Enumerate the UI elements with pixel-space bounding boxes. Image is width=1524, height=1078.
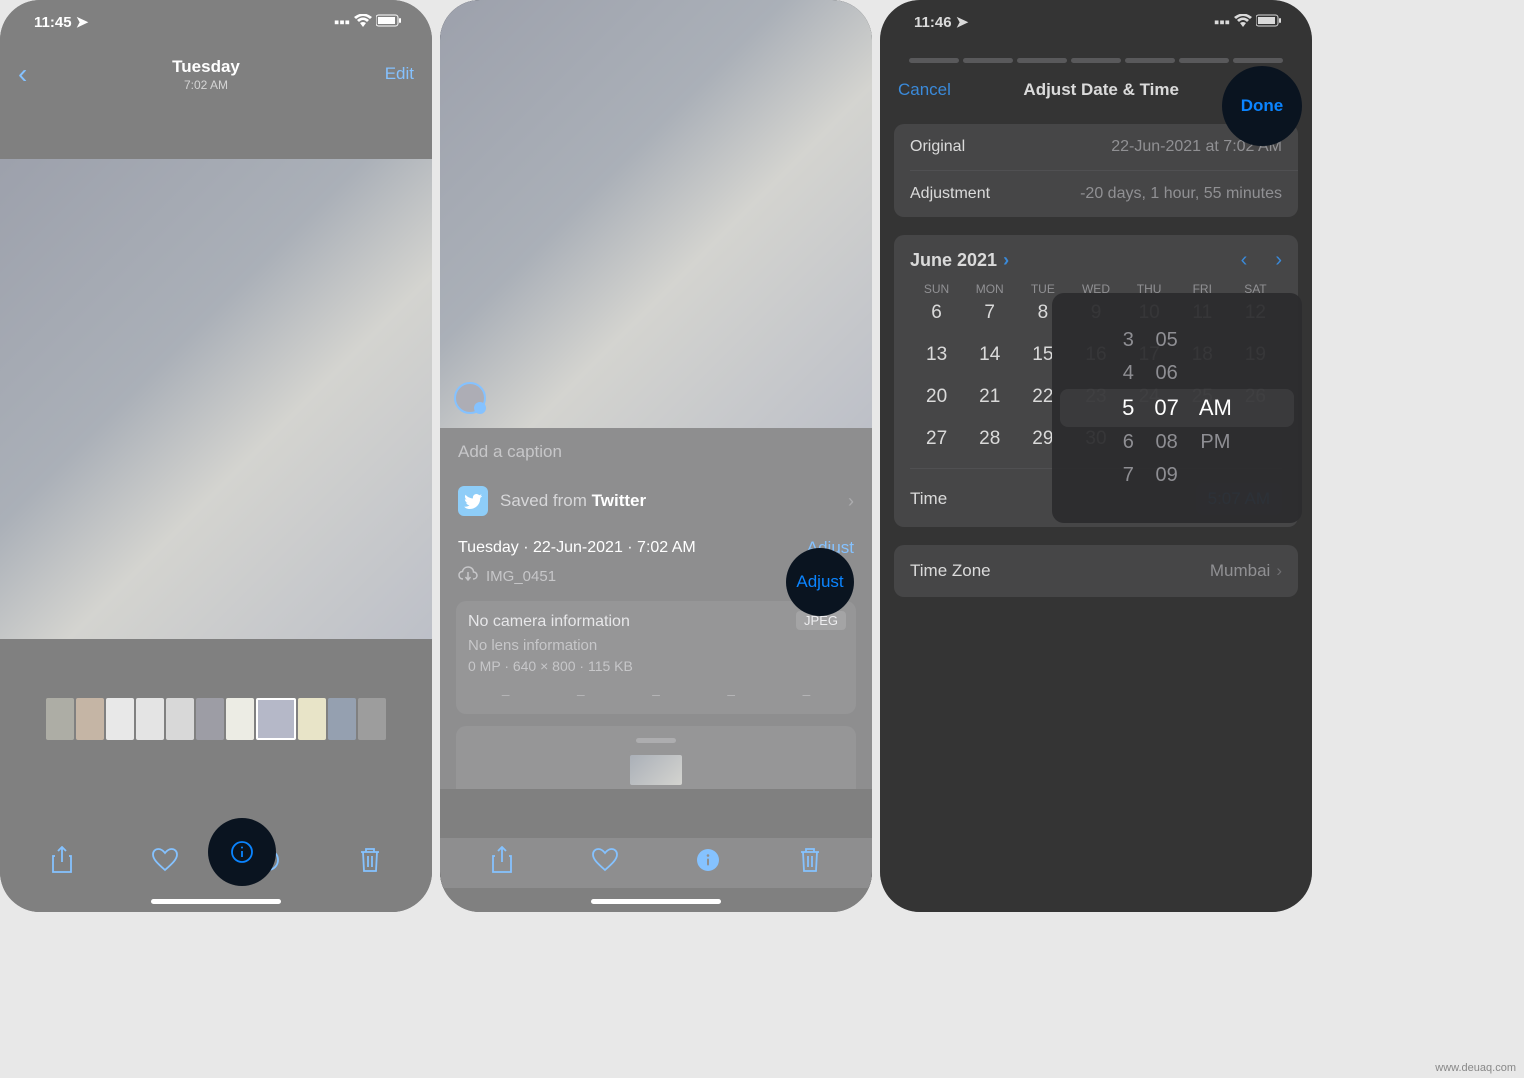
chevron-right-icon: › [848,491,854,512]
camera-name: No camera information [468,609,844,635]
calendar-day[interactable]: 6 [910,302,963,324]
saved-from-row[interactable]: Saved from Twitter › [440,476,872,526]
status-right: ▪▪▪ [334,14,402,31]
month-picker-button[interactable]: June 2021 › [910,250,1009,271]
screenshot-3-adjust-datetime: 11:46 ➤ ▪▪▪ Cancel Adjust Date & Time Do… [880,0,1312,912]
adjustment-value: -20 days, 1 hour, 55 minutes [1080,185,1282,203]
sheet-grabber-row [880,44,1312,66]
calendar-day[interactable]: 27 [910,428,963,450]
trash-icon[interactable] [359,847,381,880]
chevron-right-icon: › [1003,250,1009,271]
wifi-icon [1234,14,1252,31]
time-picker-popover[interactable]: 3 4 5 6 7 05 06 07 08 09 AM PM [1052,293,1302,523]
chevron-right-icon: › [1276,561,1282,581]
calendar-block: June 2021 › ‹ › SUN MON TUE WED THU FRI … [894,235,1298,527]
adjustment-label: Adjustment [910,185,990,203]
photo-image [0,159,432,639]
thumbnail[interactable] [358,698,386,740]
adjustment-row: Adjustment -20 days, 1 hour, 55 minutes [894,171,1298,217]
calendar-header: June 2021 › ‹ › [910,249,1282,272]
file-specs: 0 MP · 640 × 800 · 115 KB [468,656,844,676]
saved-from-text: Saved from Twitter [500,491,646,511]
timezone-value: Mumbai › [1210,561,1282,581]
share-icon[interactable] [51,846,73,881]
location-icon: ➤ [76,14,89,31]
exif-placeholders: ––––– [468,676,844,706]
signal-icon: ▪▪▪ [1214,14,1230,31]
wifi-icon [354,14,372,31]
location-icon: ➤ [956,14,969,31]
back-button[interactable]: ‹ [18,58,27,90]
nav-title: Tuesday [27,57,384,77]
thumbnail[interactable] [166,698,194,740]
tutorial-highlight-done: Done [1222,66,1302,146]
screenshot-1-photo-viewer: 11:45 ➤ ▪▪▪ ‹ Tuesday 7:02 AM Edit [0,0,432,912]
thumbnail-selected[interactable] [256,698,296,740]
hour-wheel[interactable]: 3 4 5 6 7 [1122,329,1134,487]
thumbnail[interactable] [76,698,104,740]
sheet-grabber[interactable] [636,738,676,743]
status-right: ▪▪▪ [1214,14,1282,31]
watermark-text: www.deuaq.com [1435,1062,1516,1074]
people-tag-avatar[interactable] [454,382,486,414]
cloud-download-icon [458,566,478,587]
caption-input[interactable]: Add a caption [440,428,872,476]
next-month-button[interactable]: › [1275,249,1282,272]
favorite-icon[interactable] [152,848,178,879]
home-indicator[interactable] [591,899,721,904]
thumbnail[interactable] [226,698,254,740]
favorite-icon[interactable] [592,848,618,879]
timezone-row[interactable]: Time Zone Mumbai › [894,545,1298,597]
timezone-label: Time Zone [910,561,991,581]
battery-icon [376,14,402,31]
thumbnail[interactable] [298,698,326,740]
minute-wheel[interactable]: 05 06 07 08 09 [1154,329,1178,487]
edit-button[interactable]: Edit [385,64,414,84]
trash-icon[interactable] [799,847,821,880]
screenshot-2-photo-info: Add a caption Saved from Twitter › Tuesd… [440,0,872,912]
filename-text: IMG_0451 [486,568,556,585]
nav-subtitle: 7:02 AM [27,78,384,92]
map-preview[interactable] [626,751,686,789]
prev-month-button[interactable]: ‹ [1241,249,1248,272]
bottom-toolbar [440,838,872,888]
photo-date-text: Tuesday · 22-Jun-2021 · 7:02 AM [458,539,696,557]
thumbnail-strip[interactable] [0,694,432,744]
status-time: 11:46 ➤ [914,13,968,31]
calendar-day[interactable]: 28 [963,428,1016,450]
battery-icon [1256,14,1282,31]
info-icon-filled[interactable] [696,848,720,879]
signal-icon: ▪▪▪ [334,14,350,31]
twitter-icon [458,486,488,516]
thumbnail[interactable] [136,698,164,740]
thumbnail[interactable] [196,698,224,740]
status-bar: 11:45 ➤ ▪▪▪ [0,0,432,44]
home-indicator[interactable] [151,899,281,904]
camera-info-box: JPEG No camera information No lens infor… [456,601,856,714]
cancel-button[interactable]: Cancel [898,80,951,100]
calendar-day[interactable]: 20 [910,386,963,408]
thumbnail[interactable] [328,698,356,740]
ampm-wheel[interactable]: AM PM [1199,329,1232,487]
status-bar: 11:46 ➤ ▪▪▪ [880,0,1312,44]
time-label: Time [910,489,947,509]
nav-bar: ‹ Tuesday 7:02 AM Edit [0,44,432,104]
calendar-day[interactable]: 7 [963,302,1016,324]
thumbnail[interactable] [46,698,74,740]
tutorial-highlight-adjust: Adjust [786,548,854,616]
status-time: 11:45 ➤ [34,13,88,31]
share-icon[interactable] [491,846,513,881]
tutorial-highlight-info [208,818,276,886]
original-label: Original [910,138,965,156]
thumbnail[interactable] [106,698,134,740]
calendar-day[interactable]: 13 [910,344,963,366]
photo-image[interactable] [440,0,872,428]
sheet-title: Adjust Date & Time [1023,80,1179,100]
calendar-day[interactable]: 14 [963,344,1016,366]
photo-viewport[interactable] [0,104,432,694]
calendar-day[interactable]: 21 [963,386,1016,408]
lens-info: No lens information [468,635,844,656]
